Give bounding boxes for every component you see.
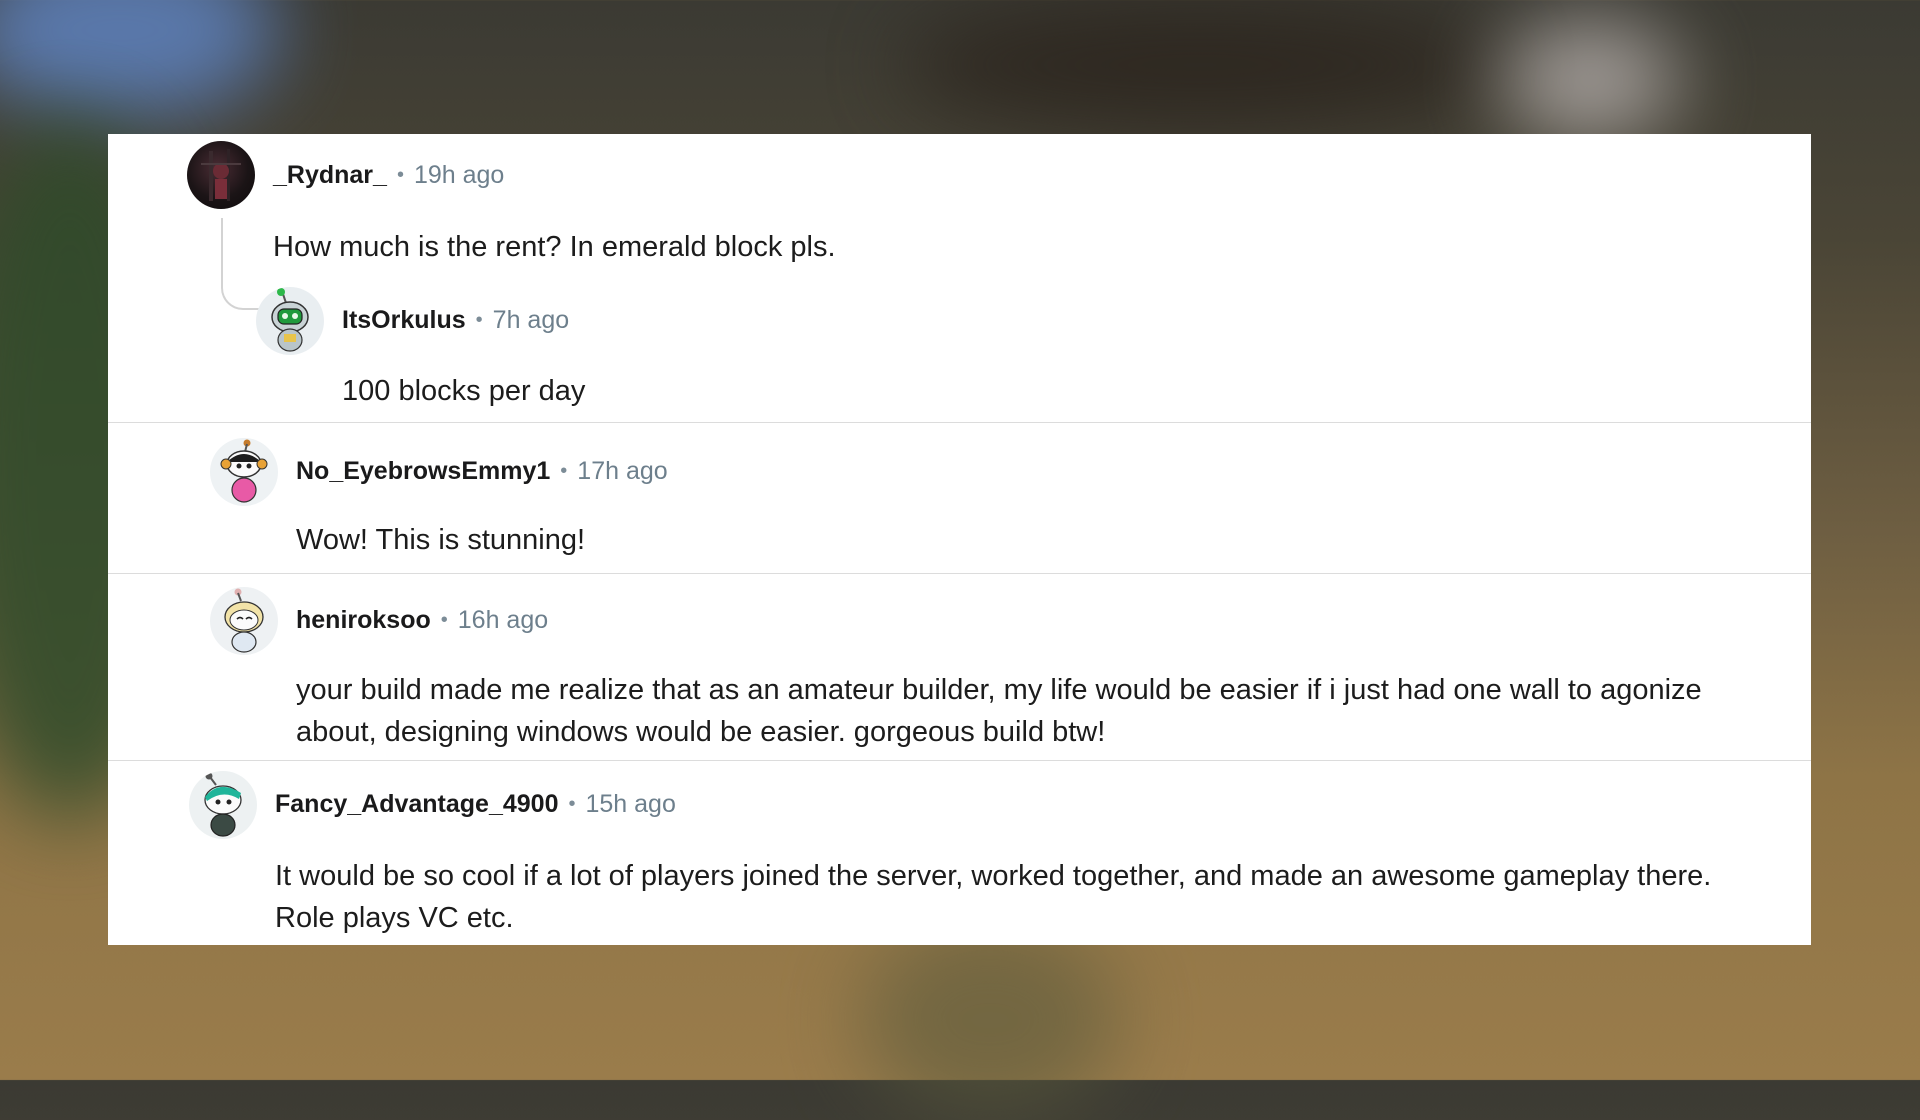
comment-body: How much is the rent? In emerald block p… xyxy=(273,231,836,263)
timestamp[interactable]: 15h ago xyxy=(586,790,676,819)
timestamp[interactable]: 7h ago xyxy=(493,306,569,335)
teal-hair-snoo-avatar-icon[interactable] xyxy=(189,771,257,839)
comment-meta: ItsOrkulus • 7h ago xyxy=(342,303,569,337)
comment-meta: heniroksoo • 16h ago xyxy=(296,603,548,637)
comment-thread: Fancy_Advantage_4900 • 15h ago It would … xyxy=(108,761,1811,945)
timestamp[interactable]: 16h ago xyxy=(458,606,548,635)
comment-body: 100 blocks per day xyxy=(342,375,586,407)
comment-body: your build made me realize that as an am… xyxy=(296,674,1702,748)
username[interactable]: No_EyebrowsEmmy1 xyxy=(296,457,550,486)
thread-connector-line xyxy=(221,218,259,310)
comment-thread: No_EyebrowsEmmy1 • 17h ago Wow! This is … xyxy=(108,423,1811,573)
comment-meta: No_EyebrowsEmmy1 • 17h ago xyxy=(296,454,668,488)
headphones-snoo-avatar-icon[interactable] xyxy=(210,438,278,506)
background-path xyxy=(860,920,1120,1120)
username[interactable]: Fancy_Advantage_4900 xyxy=(275,790,558,819)
background-sky xyxy=(0,0,280,120)
comments-panel: _Rydnar_ • 19h ago How much is the rent?… xyxy=(108,134,1811,945)
comment-body: Wow! This is stunning! xyxy=(296,524,586,556)
username[interactable]: heniroksoo xyxy=(296,606,431,635)
comment-meta: _Rydnar_ • 19h ago xyxy=(273,158,504,192)
background-building xyxy=(900,0,1500,130)
comment-thread: _Rydnar_ • 19h ago How much is the rent?… xyxy=(108,134,1811,422)
username[interactable]: _Rydnar_ xyxy=(273,161,387,190)
separator-dot: • xyxy=(560,459,568,482)
separator-dot: • xyxy=(396,163,404,186)
timestamp[interactable]: 19h ago xyxy=(414,161,504,190)
dark-photo-avatar-icon[interactable] xyxy=(187,141,255,209)
green-robot-snoo-avatar-icon[interactable] xyxy=(256,287,324,355)
separator-dot: • xyxy=(475,308,483,331)
timestamp[interactable]: 17h ago xyxy=(577,457,667,486)
comment-meta: Fancy_Advantage_4900 • 15h ago xyxy=(275,787,676,821)
username[interactable]: ItsOrkulus xyxy=(342,306,466,335)
separator-dot: • xyxy=(440,608,448,631)
blonde-snoo-avatar-icon[interactable] xyxy=(210,587,278,655)
separator-dot: • xyxy=(568,792,576,815)
comment-thread: heniroksoo • 16h ago your build made me … xyxy=(108,574,1811,760)
background-cloud xyxy=(1500,20,1680,140)
comment-body: It would be so cool if a lot of players … xyxy=(275,860,1712,934)
